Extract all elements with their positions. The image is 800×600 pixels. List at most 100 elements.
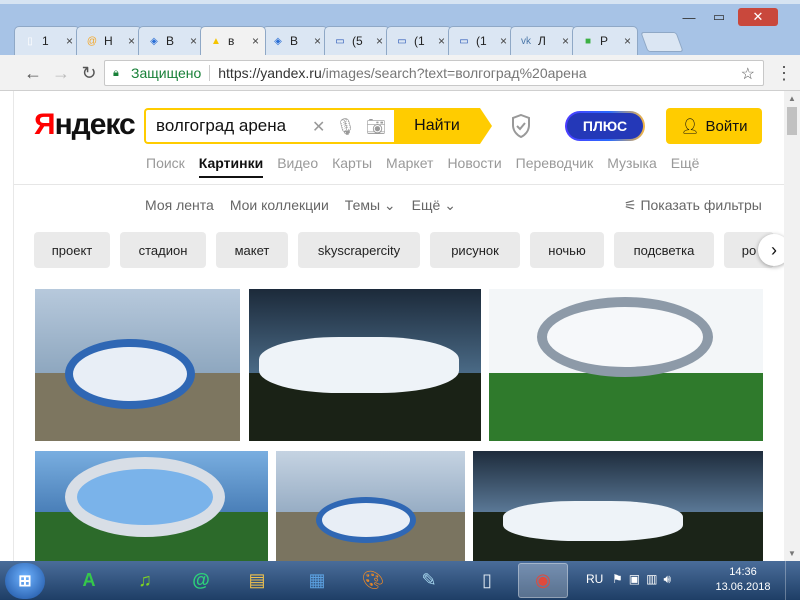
new-tab-button[interactable] [640, 32, 684, 52]
tag-chip[interactable]: макет [216, 232, 288, 268]
image-result[interactable] [35, 451, 268, 561]
browser-tab[interactable]: ◈ B × [138, 26, 204, 55]
vk-cube-icon: ◈ [274, 35, 282, 47]
scroll-down-icon[interactable]: ▼ [788, 549, 796, 558]
tab-close-icon[interactable]: × [438, 34, 445, 48]
tag-chip[interactable]: skyscrapercity [298, 232, 420, 268]
subnav-link[interactable]: Мои коллекции [230, 197, 329, 214]
tab-close-icon[interactable]: × [500, 34, 507, 48]
show-desktop-button[interactable] [785, 561, 800, 600]
image-result[interactable] [276, 451, 465, 561]
chevron-right-icon[interactable]: › [758, 234, 784, 266]
scroll-up-icon[interactable]: ▲ [788, 94, 796, 103]
service-link[interactable]: Музыка [607, 155, 657, 171]
reload-icon[interactable]: ↻ [78, 62, 100, 84]
flag-icon[interactable]: ⚑ [612, 572, 623, 587]
service-link[interactable]: Видео [277, 155, 318, 171]
file-explorer-icon[interactable]: ▤ [232, 563, 282, 598]
tab-close-icon[interactable]: × [314, 34, 321, 48]
subnav-link[interactable]: Ещё ⌄ [412, 197, 456, 214]
service-link[interactable]: Новости [447, 155, 501, 171]
show-filters-button[interactable]: ⚟ Показать фильтры [624, 197, 762, 214]
chevron-down-icon: ⌄ [380, 197, 396, 213]
back-arrow-icon[interactable]: ← [22, 62, 44, 84]
yandex-logo[interactable]: Яндекс [34, 108, 136, 142]
service-link[interactable]: Карты [332, 155, 372, 171]
browser-tab[interactable]: ▲ в × [200, 26, 266, 55]
service-link[interactable]: Переводчик [516, 155, 594, 171]
browser-tab[interactable]: ◈ B × [262, 26, 328, 55]
service-link[interactable]: Маркет [386, 155, 433, 171]
tab-close-icon[interactable]: × [624, 34, 631, 48]
clock[interactable]: 14:36 13.06.2018 [712, 565, 774, 595]
find-button[interactable]: Найти [394, 108, 492, 144]
plus-button[interactable]: ПЛЮС [565, 111, 645, 141]
tab-title: в [228, 34, 235, 48]
separator [209, 65, 211, 81]
tab-title: P [600, 34, 609, 48]
document-icon: ▯ [27, 35, 33, 47]
start-button[interactable]: ⊞ [5, 563, 45, 599]
login-button[interactable]: 👤︎ Войти [666, 108, 762, 144]
address-bar[interactable]: 🔒︎ Защищено https://yandex.ru/images/sea… [104, 60, 764, 86]
tab-close-icon[interactable]: × [252, 34, 259, 48]
browser-tab[interactable]: ▭ (5 × [324, 26, 390, 55]
tab-close-icon[interactable]: × [562, 34, 569, 48]
tag-chip[interactable]: подсветка [614, 232, 714, 268]
url-text[interactable]: https://yandex.ru/images/search?text=вол… [218, 65, 586, 81]
browser-tab[interactable]: ■ P × [572, 26, 638, 55]
image-result[interactable] [473, 451, 763, 561]
scrollbar-thumb[interactable] [787, 107, 797, 135]
network-icon[interactable]: ▥ [646, 572, 657, 587]
subnav-link[interactable]: Темы ⌄ [345, 197, 396, 214]
close-button[interactable]: ✕ [738, 8, 778, 26]
music-app-icon[interactable]: ♫ [120, 563, 170, 598]
tab-close-icon[interactable]: × [376, 34, 383, 48]
browser-tab[interactable]: ▯ 1 × [14, 26, 80, 55]
android-app-icon[interactable]: A [64, 563, 114, 598]
mail-at-icon: @ [86, 35, 98, 47]
service-link[interactable]: Ещё [671, 155, 700, 171]
tab-close-icon[interactable]: × [66, 34, 73, 48]
language-indicator[interactable]: RU [586, 572, 603, 586]
tab-close-icon[interactable]: × [128, 34, 135, 48]
image-result[interactable] [489, 289, 763, 441]
vertical-scrollbar[interactable]: ▲ ▼ [784, 91, 800, 561]
paint-icon[interactable]: 🎨︎ [348, 563, 398, 598]
forward-arrow-icon[interactable]: → [50, 62, 72, 84]
devices-icon[interactable]: ▣ [629, 572, 640, 587]
notepad-icon[interactable]: ✎ [404, 563, 454, 598]
search-query: волгоград арена [156, 116, 287, 135]
volume-icon[interactable]: 🔊︎ [663, 572, 671, 587]
vk-icon: vk [521, 35, 531, 47]
browser-tab[interactable]: ▭ (1 × [448, 26, 514, 55]
service-link[interactable]: Поиск [146, 155, 185, 171]
tag-chip[interactable]: стадион [120, 232, 206, 268]
browser-tab[interactable]: ▭ (1 × [386, 26, 452, 55]
tag-chip[interactable]: проект [34, 232, 110, 268]
maximize-button[interactable]: ▭ [706, 8, 732, 26]
clock-time: 14:36 [729, 566, 757, 578]
camera-icon[interactable]: 📷︎ [366, 117, 386, 137]
chrome-icon[interactable]: ◉ [518, 563, 568, 598]
image-result[interactable] [249, 289, 481, 441]
browser-tab[interactable]: @ H × [76, 26, 142, 55]
subnav-link[interactable]: Моя лента [145, 197, 214, 214]
bookmark-star-icon[interactable]: ☆ [741, 64, 755, 84]
mail-agent-icon[interactable]: @ [176, 563, 226, 598]
shield-icon[interactable] [511, 113, 531, 139]
service-link[interactable]: Картинки [198, 155, 264, 178]
tab-title: (1 [414, 34, 425, 48]
tag-chip[interactable]: ночью [530, 232, 604, 268]
tab-close-icon[interactable]: × [190, 34, 197, 48]
minimize-button[interactable]: — [676, 8, 702, 26]
search-input[interactable]: волгоград арена ✕ 🎙︎ 📷︎ [144, 108, 394, 144]
chrome-menu-icon[interactable]: ⋮ [775, 64, 793, 82]
microphone-icon[interactable]: 🎙︎ [335, 117, 355, 137]
clear-icon[interactable]: ✕ [312, 117, 325, 137]
tag-chip[interactable]: рисунок [430, 232, 520, 268]
document-icon[interactable]: ▯ [462, 563, 512, 598]
wordpad-icon[interactable]: ▦ [292, 563, 342, 598]
browser-tab[interactable]: vk Л × [510, 26, 576, 55]
image-result[interactable] [35, 289, 240, 441]
